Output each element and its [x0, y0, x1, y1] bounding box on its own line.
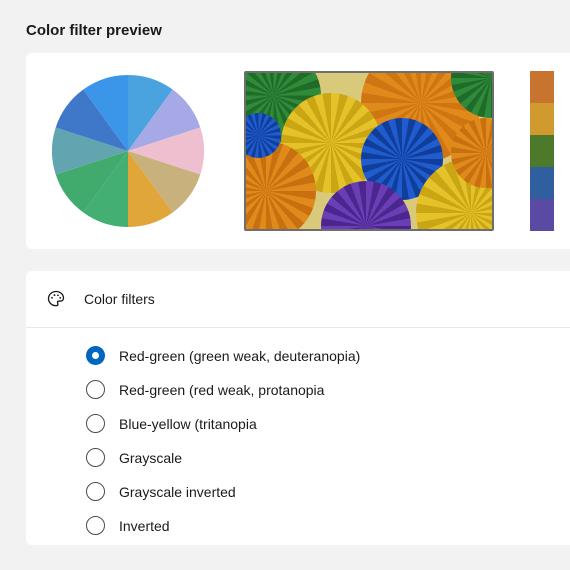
filter-option[interactable]: Blue-yellow (tritanopia	[86, 414, 570, 433]
swatch	[530, 167, 554, 199]
filter-option[interactable]: Grayscale	[86, 448, 570, 467]
filter-option-label: Inverted	[119, 518, 170, 534]
filter-option-label: Blue-yellow (tritanopia	[119, 416, 257, 432]
filter-option-label: Grayscale	[119, 450, 182, 466]
radio-button[interactable]	[86, 346, 105, 365]
filter-option[interactable]: Red-green (green weak, deuteranopia)	[86, 346, 570, 365]
radio-button[interactable]	[86, 414, 105, 433]
swatch	[530, 135, 554, 167]
page-title: Color filter preview	[26, 22, 570, 39]
swatch	[530, 199, 554, 231]
preview-card	[26, 53, 570, 249]
radio-button[interactable]	[86, 448, 105, 467]
filter-options: Red-green (green weak, deuteranopia) Red-…	[26, 328, 570, 535]
swatch	[530, 71, 554, 103]
color-wheel	[48, 71, 208, 231]
filter-option-label: Red-green (green weak, deuteranopia)	[119, 348, 360, 364]
color-swatches	[530, 71, 554, 231]
sample-photo	[244, 71, 494, 231]
radio-button[interactable]	[86, 516, 105, 535]
filter-option-label: Red-green (red weak, protanopia	[119, 382, 324, 398]
filter-option-label: Grayscale inverted	[119, 484, 236, 500]
radio-button[interactable]	[86, 482, 105, 501]
filter-option[interactable]: Red-green (red weak, protanopia	[86, 380, 570, 399]
radio-button[interactable]	[86, 380, 105, 399]
filters-header: Color filters	[26, 271, 570, 328]
filters-header-label: Color filters	[84, 291, 155, 307]
swatch	[530, 103, 554, 135]
filter-option[interactable]: Inverted	[86, 516, 570, 535]
filter-option[interactable]: Grayscale inverted	[86, 482, 570, 501]
palette-icon	[46, 289, 66, 309]
filters-card: Color filters Red-green (green weak, deu…	[26, 271, 570, 545]
